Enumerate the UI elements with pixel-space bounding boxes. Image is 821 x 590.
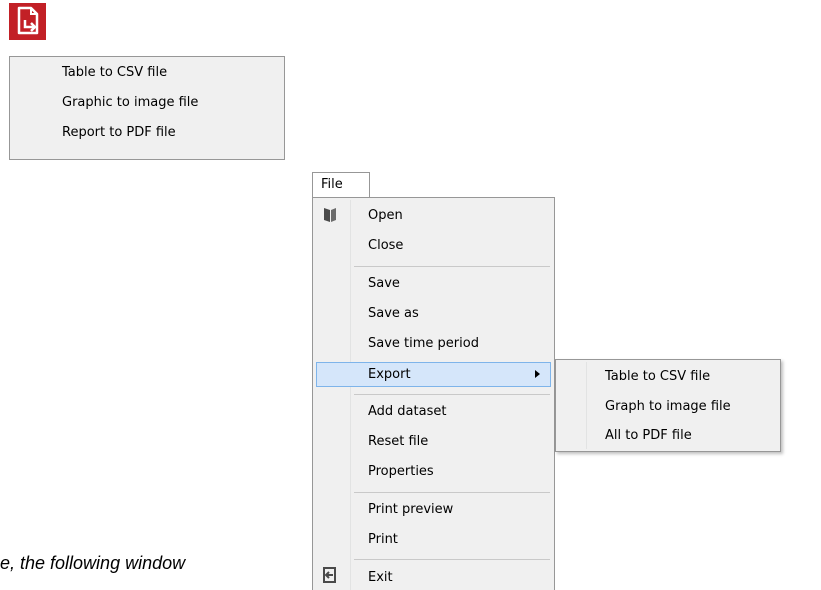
- submenu-item-all-to-pdf[interactable]: All to PDF file: [605, 424, 692, 448]
- menu-separator: [354, 559, 550, 560]
- open-book-icon: [324, 208, 336, 222]
- menu-separator: [354, 492, 550, 493]
- file-menu-tab[interactable]: File: [312, 172, 370, 198]
- menu-item-properties[interactable]: Properties: [368, 460, 434, 484]
- menu-item-save-as[interactable]: Save as: [368, 302, 419, 326]
- submenu-arrow-icon: [535, 370, 540, 378]
- menu-gutter-line: [350, 200, 351, 590]
- menu-item-export[interactable]: Export: [316, 362, 551, 387]
- menu-item-close[interactable]: Close: [368, 234, 403, 258]
- submenu-item-table-to-csv[interactable]: Table to CSV file: [605, 365, 710, 389]
- menu-item-table-to-csv[interactable]: Table to CSV file: [62, 61, 167, 85]
- export-button[interactable]: [9, 3, 46, 40]
- caption-text: e, the following window: [0, 553, 186, 573]
- export-dropdown: Table to CSV file Graphic to image file …: [9, 56, 285, 160]
- menu-item-save[interactable]: Save: [368, 272, 400, 296]
- file-menu: Open Close Save Save as Save time period…: [312, 197, 555, 590]
- menu-item-reset-file[interactable]: Reset file: [368, 430, 428, 454]
- menu-item-save-time-period[interactable]: Save time period: [368, 332, 479, 356]
- submenu-item-graph-to-image[interactable]: Graph to image file: [605, 395, 731, 419]
- exit-icon: [323, 567, 336, 583]
- file-tab-label: File: [321, 177, 343, 192]
- export-submenu: Table to CSV file Graph to image file Al…: [555, 359, 781, 452]
- menu-item-report-to-pdf[interactable]: Report to PDF file: [62, 121, 176, 145]
- menu-gutter: [10, 57, 45, 159]
- export-document-icon: [17, 6, 39, 35]
- menu-item-open[interactable]: Open: [368, 204, 403, 228]
- menu-gutter-line: [586, 362, 587, 449]
- menu-item-add-dataset[interactable]: Add dataset: [368, 400, 446, 424]
- menu-item-export-label: Export: [368, 367, 411, 382]
- menu-separator: [354, 266, 550, 267]
- menu-separator: [354, 394, 550, 395]
- menu-item-print[interactable]: Print: [368, 528, 398, 552]
- menu-item-exit[interactable]: Exit: [368, 566, 393, 590]
- menu-item-print-preview[interactable]: Print preview: [368, 498, 453, 522]
- menu-item-graphic-to-image[interactable]: Graphic to image file: [62, 91, 198, 115]
